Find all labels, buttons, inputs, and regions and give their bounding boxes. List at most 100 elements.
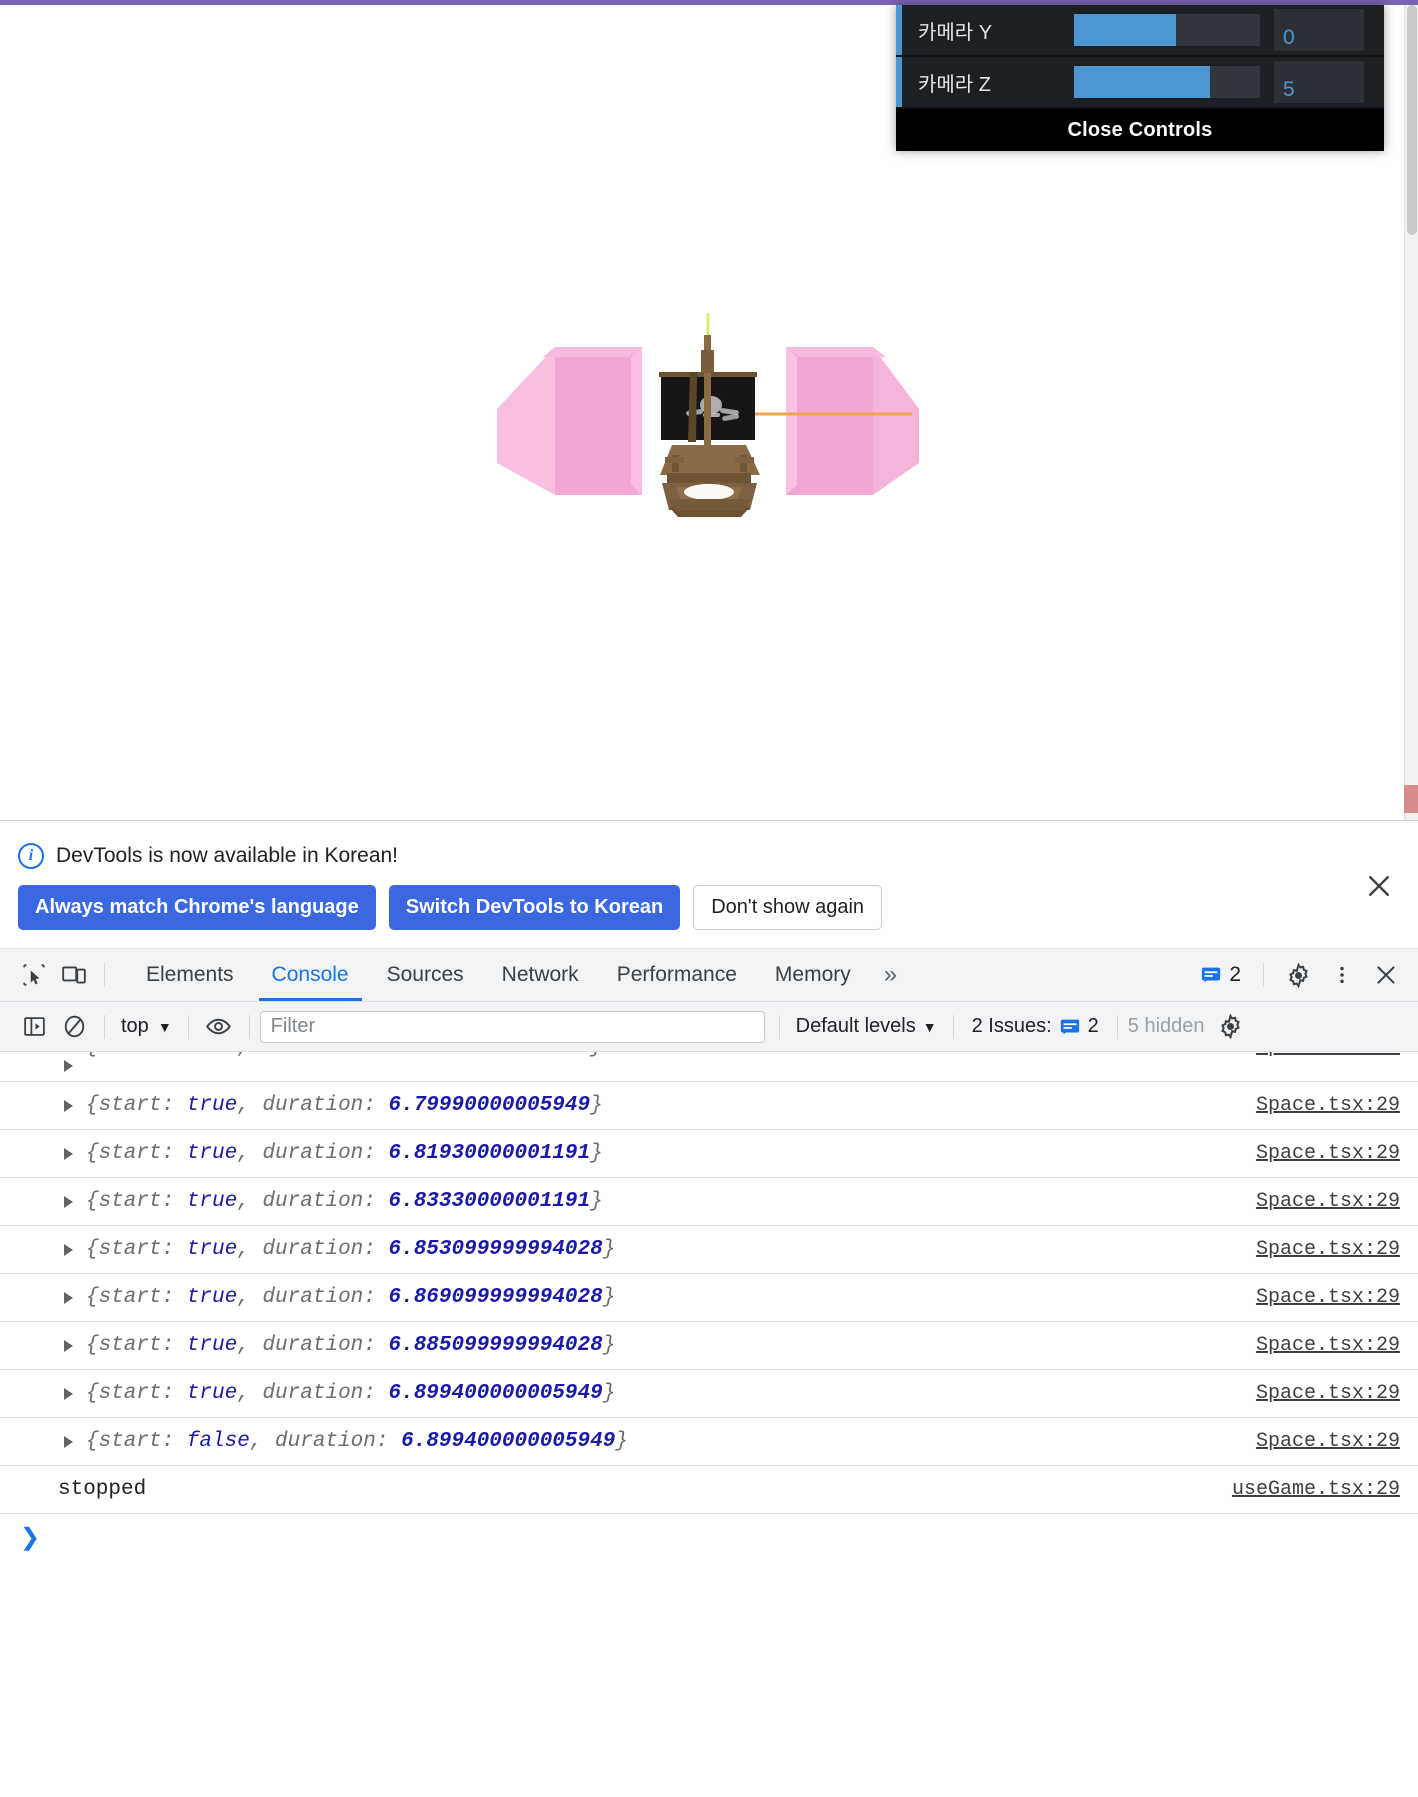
close-devtools-icon[interactable] xyxy=(1366,955,1406,995)
expand-triangle-icon[interactable] xyxy=(64,1243,73,1256)
value-box-camera-z[interactable]: 5 xyxy=(1274,61,1364,103)
value-box-camera-y[interactable]: 0 xyxy=(1274,9,1364,51)
always-match-chrome-language-button[interactable]: Always match Chrome's language xyxy=(18,885,376,930)
console-log-row[interactable]: {start: true, duration: 6.88509999999402… xyxy=(0,1322,1418,1370)
console-log-row[interactable]: {start: true, duration: 6.89940000000594… xyxy=(0,1370,1418,1418)
console-log-source[interactable]: Space.tsx:29 xyxy=(1256,1334,1400,1357)
slider-camera-z[interactable] xyxy=(1074,66,1260,98)
tab-sources[interactable]: Sources xyxy=(368,949,483,1001)
toolbar-divider xyxy=(1263,963,1264,987)
expand-triangle-icon[interactable] xyxy=(64,1387,73,1400)
control-label-camera-z: 카메라 Z xyxy=(918,73,991,96)
toolbar-divider xyxy=(187,1014,189,1039)
console-log-row[interactable]: {start: true, duration: 6.86909999999402… xyxy=(0,1274,1418,1322)
control-row-camera-z[interactable]: 카메라 Z 5 xyxy=(896,57,1384,109)
console-log-row[interactable]: {start: true, duration: 6.81930000001191… xyxy=(0,1130,1418,1178)
prompt-arrow-icon: ❯ xyxy=(20,1523,41,1551)
console-log-source[interactable]: useGame.tsx:29 xyxy=(1232,1478,1400,1501)
tab-memory[interactable]: Memory xyxy=(756,949,870,1001)
console-log-row[interactable]: {start: false, duration: 6.8994000000059… xyxy=(0,1418,1418,1466)
live-expression-icon[interactable] xyxy=(199,1007,239,1047)
devtools-tabbar[interactable]: Elements Console Sources Network Perform… xyxy=(0,949,1418,1002)
expand-triangle-icon[interactable] xyxy=(64,1060,73,1072)
control-accent-bar xyxy=(896,5,902,55)
scrollbar-error-marker xyxy=(1404,785,1418,813)
console-log-row[interactable]: {start: true, duration: 6.78390000005949… xyxy=(0,1052,1418,1082)
console-input-prompt[interactable]: ❯ xyxy=(0,1514,1418,1560)
language-banner-message: DevTools is now available in Korean! xyxy=(56,844,399,867)
slider-fill-camera-y xyxy=(1074,14,1177,46)
toolbar-divider xyxy=(778,1014,780,1039)
chevron-double-right-icon[interactable]: » xyxy=(870,949,911,1001)
tab-network[interactable]: Network xyxy=(483,949,598,1001)
close-controls-button[interactable]: Close Controls xyxy=(896,109,1384,151)
expand-triangle-icon[interactable] xyxy=(64,1195,73,1208)
log-levels-selector[interactable]: Default levels ▼ xyxy=(790,1015,943,1038)
toolbar-divider xyxy=(952,1014,954,1039)
info-icon: i xyxy=(18,843,44,869)
expand-triangle-icon[interactable] xyxy=(64,1339,73,1352)
console-log-text: {start: true, duration: 6.89940000000594… xyxy=(86,1382,616,1405)
console-log-source[interactable]: Space.tsx:29 xyxy=(1256,1238,1400,1261)
console-issues-link[interactable]: 2 Issues: 2 xyxy=(964,1015,1107,1038)
tab-performance[interactable]: Performance xyxy=(598,949,756,1001)
console-sidebar-icon[interactable] xyxy=(14,1007,54,1047)
console-log-text: {start: false, duration: 6.8994000000059… xyxy=(86,1430,628,1453)
console-log-row[interactable]: {start: true, duration: 6.79990000005949… xyxy=(0,1082,1418,1130)
leva-controls-panel[interactable]: 카메라 Y 0 카메라 Z 5 Close Controls xyxy=(896,5,1384,151)
device-toolbar-icon[interactable] xyxy=(54,955,94,995)
issue-message-icon xyxy=(1202,967,1221,983)
kebab-menu-icon[interactable] xyxy=(1322,955,1362,995)
devtools-panel[interactable]: i DevTools is now available in Korean! A… xyxy=(0,820,1418,1797)
console-log-source[interactable]: Space.tsx:29 xyxy=(1256,1052,1400,1059)
language-notification-banner: i DevTools is now available in Korean! A… xyxy=(0,821,1418,949)
pirate-ship-model xyxy=(659,335,760,517)
console-log-text: {start: true, duration: 6.81930000001191… xyxy=(86,1142,603,1165)
console-log-text: {start: true, duration: 6.86909999999402… xyxy=(86,1286,616,1309)
control-accent-bar xyxy=(896,57,902,107)
gear-icon[interactable] xyxy=(1278,955,1318,995)
switch-devtools-to-korean-button[interactable]: Switch DevTools to Korean xyxy=(388,885,681,930)
console-log-source[interactable]: Space.tsx:29 xyxy=(1256,1190,1400,1213)
log-levels-label: Default levels xyxy=(795,1015,916,1037)
execution-context-selector[interactable]: top ▼ xyxy=(115,1015,178,1038)
expand-triangle-icon[interactable] xyxy=(64,1099,73,1112)
console-filter-toolbar[interactable]: top ▼ Default levels ▼ 2 Issues: xyxy=(0,1002,1418,1052)
page-scrollbar-thumb[interactable] xyxy=(1407,5,1417,235)
control-label-camera-y: 카메라 Y xyxy=(918,21,993,44)
control-row-camera-y[interactable]: 카메라 Y 0 xyxy=(896,5,1384,57)
console-log-text: {start: true, duration: 6.85309999999402… xyxy=(86,1238,616,1261)
console-log-source[interactable]: Space.tsx:29 xyxy=(1256,1382,1400,1405)
issue-message-icon xyxy=(1060,1019,1079,1034)
console-log-source[interactable]: Space.tsx:29 xyxy=(1256,1094,1400,1117)
toolbar-divider xyxy=(1116,1014,1118,1039)
page-scrollbar[interactable] xyxy=(1404,5,1418,820)
clear-console-icon[interactable] xyxy=(54,1007,94,1047)
console-log-text: {start: true, duration: 6.88509999999402… xyxy=(86,1334,616,1357)
issues-badge[interactable]: 2 xyxy=(1192,963,1249,987)
devtools-tab-list[interactable]: Elements Console Sources Network Perform… xyxy=(127,949,911,1001)
slider-fill-camera-z xyxy=(1074,66,1210,98)
expand-triangle-icon[interactable] xyxy=(64,1291,73,1304)
console-message-list[interactable]: {start: true, duration: 6.78390000005949… xyxy=(0,1052,1418,1797)
tab-console[interactable]: Console xyxy=(253,949,368,1001)
slider-camera-y[interactable] xyxy=(1074,14,1260,46)
toolbar-divider xyxy=(104,963,105,987)
console-issues-label: 2 Issues: xyxy=(971,1015,1052,1037)
tab-elements[interactable]: Elements xyxy=(127,949,253,1001)
inspect-element-icon[interactable] xyxy=(14,955,54,995)
console-log-source[interactable]: Space.tsx:29 xyxy=(1256,1286,1400,1309)
dont-show-again-button[interactable]: Don't show again xyxy=(693,885,883,930)
console-settings-gear-icon[interactable] xyxy=(1211,1007,1251,1047)
console-log-source[interactable]: Space.tsx:29 xyxy=(1256,1142,1400,1165)
console-log-row[interactable]: stopped useGame.tsx:29 xyxy=(0,1466,1418,1514)
close-icon[interactable] xyxy=(1364,871,1394,901)
expand-triangle-icon[interactable] xyxy=(64,1435,73,1448)
expand-triangle-icon[interactable] xyxy=(64,1147,73,1160)
toolbar-divider xyxy=(248,1014,250,1039)
filter-input[interactable] xyxy=(259,1010,765,1043)
console-log-source[interactable]: Space.tsx:29 xyxy=(1256,1430,1400,1453)
console-log-row[interactable]: {start: true, duration: 6.83330000001191… xyxy=(0,1178,1418,1226)
console-log-text: {start: true, duration: 6.78390000005949… xyxy=(86,1052,603,1059)
console-log-row[interactable]: {start: true, duration: 6.85309999999402… xyxy=(0,1226,1418,1274)
